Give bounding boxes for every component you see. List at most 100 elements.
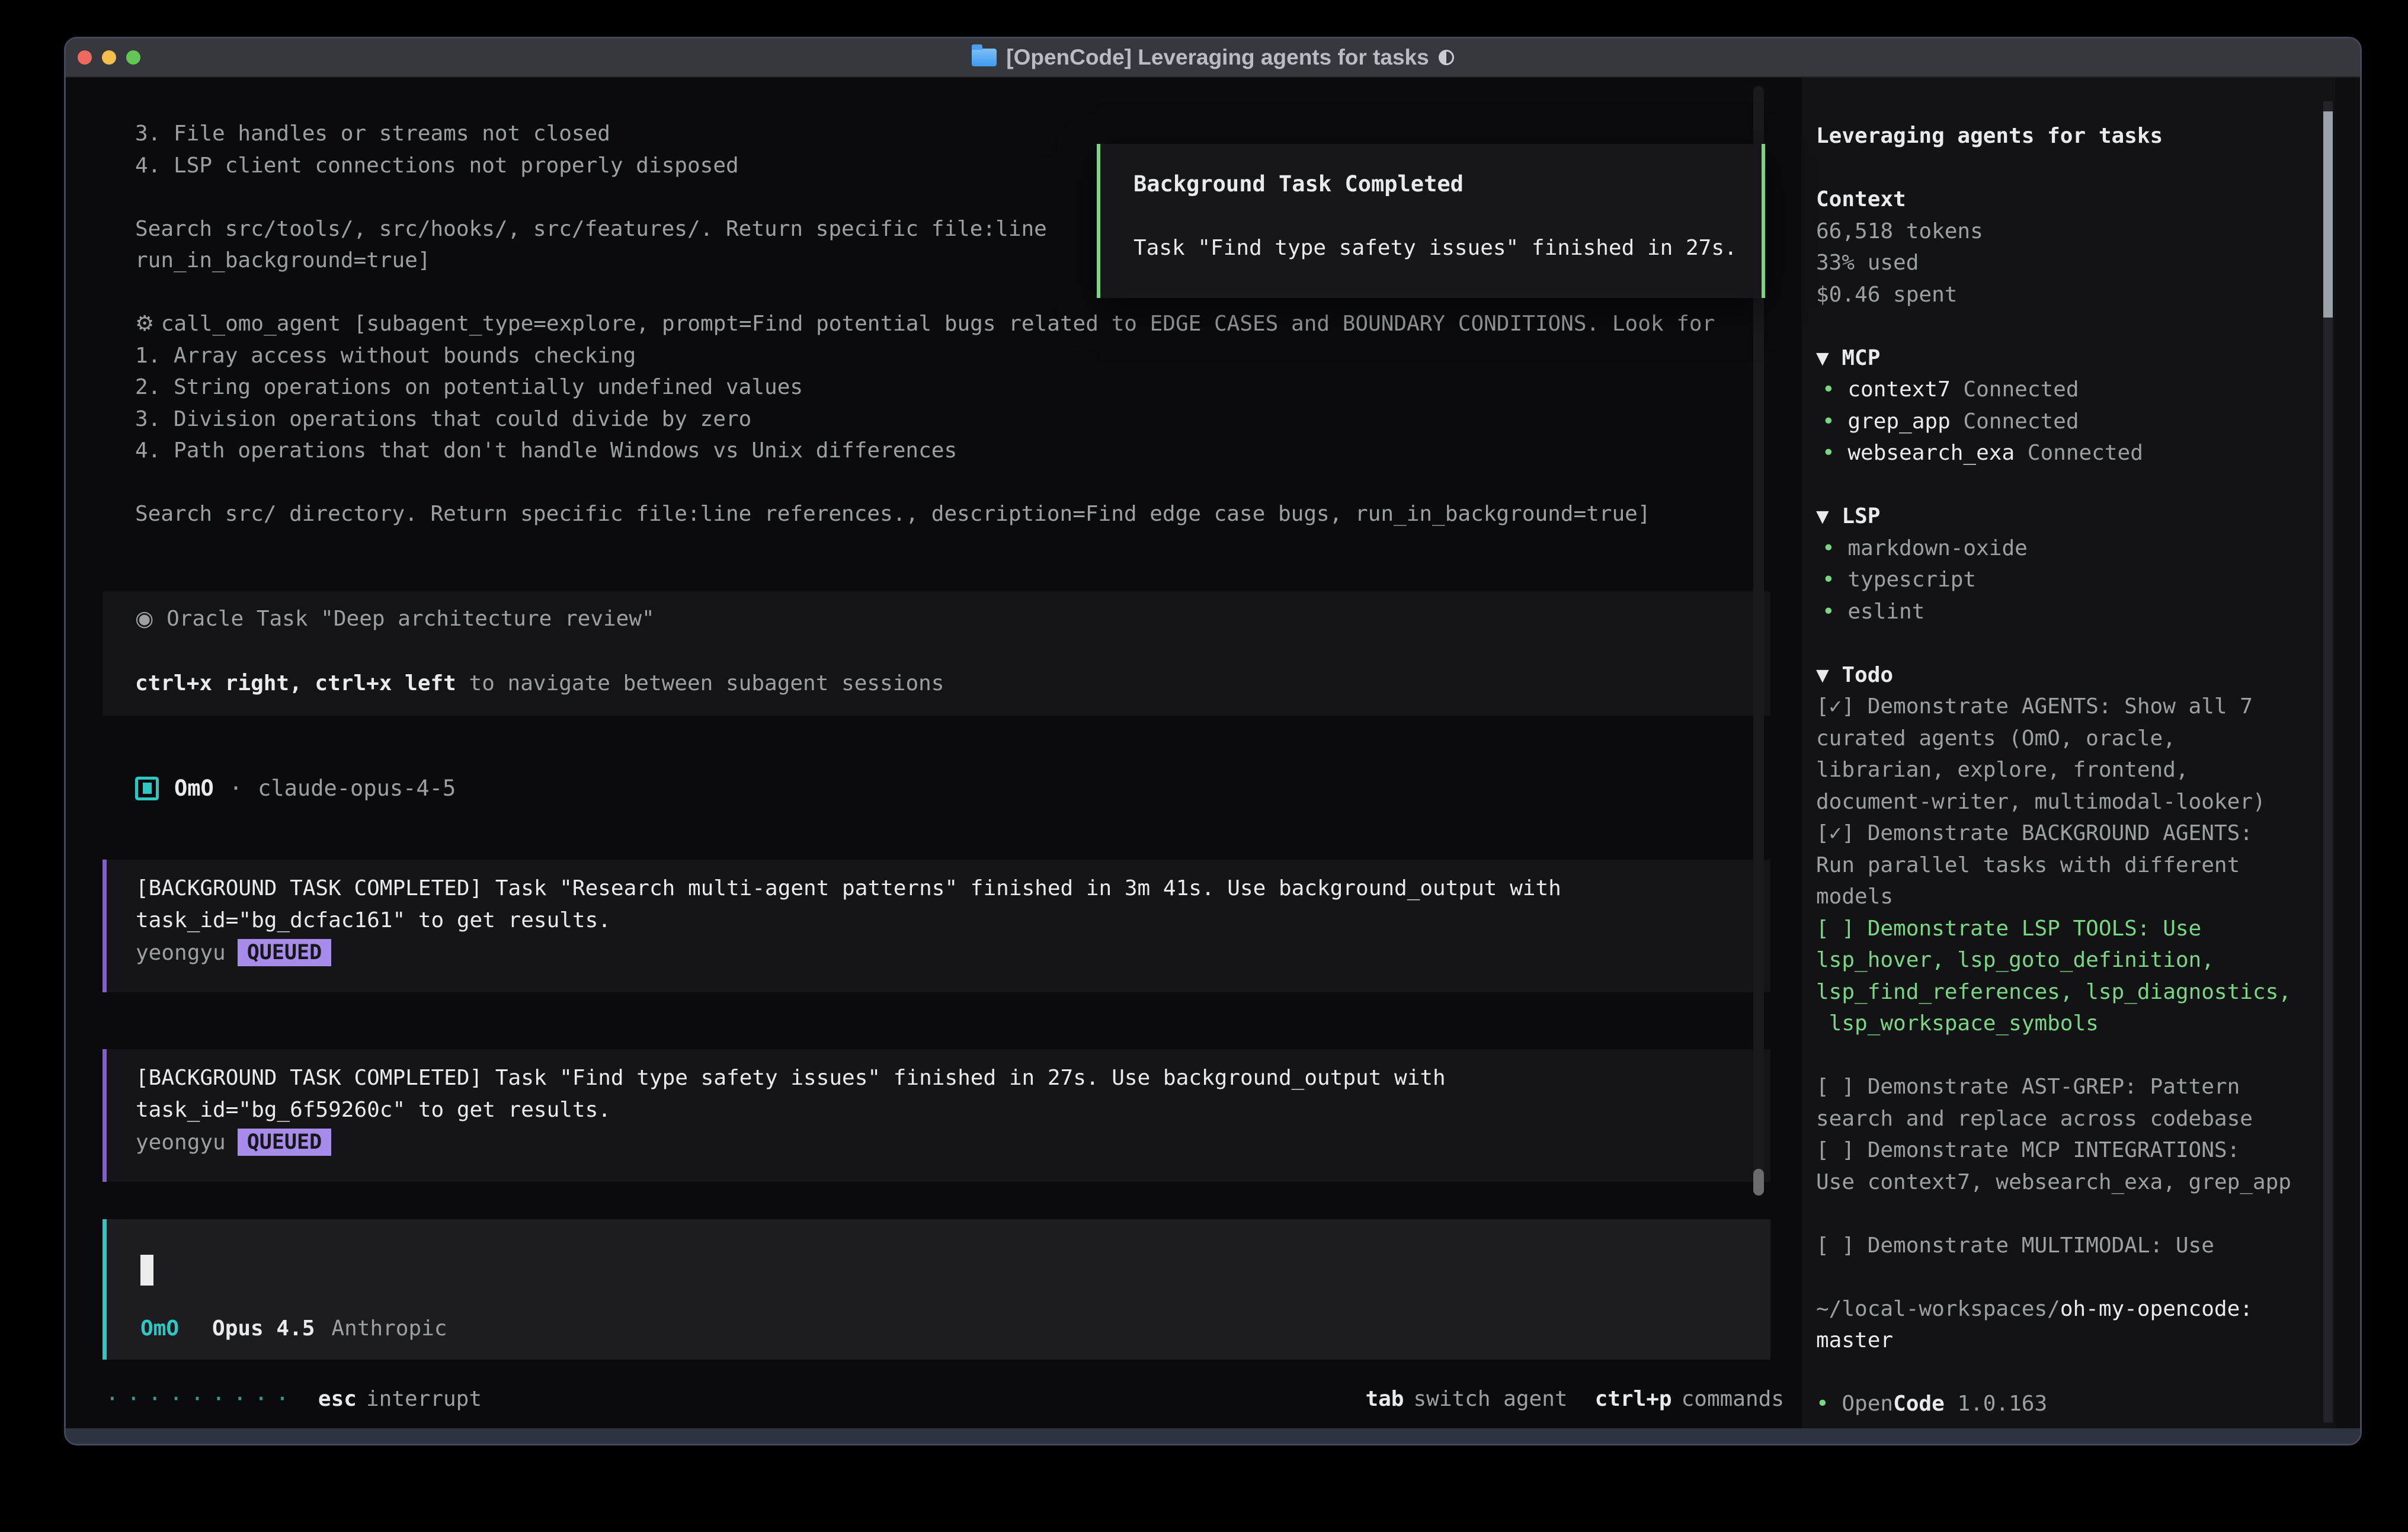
sidebar-line: • markdown-oxide (1816, 533, 2319, 565)
zoom-window-button[interactable] (126, 50, 140, 65)
window-footer-bar (66, 1428, 2360, 1444)
sidebar-scrollbar-thumb[interactable] (2323, 111, 2333, 318)
sidebar-line: curated agents (OmO, oracle, (1816, 723, 2319, 755)
sidebar-line: • eslint (1816, 596, 2319, 628)
message-text-line: [BACKGROUND TASK COMPLETED] Task "Find t… (136, 1062, 1770, 1094)
sidebar-line: • grep_app Connected (1816, 406, 2319, 438)
sidebar-line: $0.46 spent (1816, 279, 2319, 311)
sidebar-line: Context (1816, 184, 2319, 216)
message-text-line: [BACKGROUND TASK COMPLETED] Task "Resear… (136, 873, 1770, 905)
sidebar-line: Use context7, websearch_exa, grep_app (1816, 1166, 2319, 1198)
sidebar-line: ▼ Todo (1816, 659, 2319, 691)
sidebar-line (1816, 627, 2319, 659)
sidebar-line (1816, 1040, 2319, 1072)
half-circle-icon (1439, 50, 1454, 65)
terminal-line (135, 467, 1731, 499)
bullet-icon: • (1822, 377, 1847, 402)
sidebar-line: ~/local-workspaces/oh-my-opencode: (1816, 1293, 2319, 1325)
sidebar-line (1816, 310, 2319, 342)
app-window: [OpenCode] Leveraging agents for tasks 3… (64, 37, 2362, 1446)
terminal-line: Search src/ directory. Return specific f… (135, 498, 1731, 530)
message-text: [BACKGROUND TASK COMPLETED] Task "Resear… (136, 873, 1770, 936)
bg-task-message-2: [BACKGROUND TASK COMPLETED] Task "Find t… (103, 1049, 1770, 1182)
terminal-line: 4. Path operations that don't handle Win… (135, 435, 1731, 467)
sidebar-line (1816, 1357, 2319, 1389)
text-cursor (140, 1255, 153, 1286)
message-text-line: task_id="bg_6f59260c" to get results. (136, 1094, 1770, 1126)
window-title: [OpenCode] Leveraging agents for tasks (1006, 45, 1429, 70)
background-task-toast: Background Task Completed Task "Find typ… (1097, 144, 1765, 298)
message-meta: yeongyu QUEUED (136, 1129, 1770, 1156)
message-author: yeongyu (136, 941, 226, 965)
terminal-line: 3. Division operations that could divide… (135, 403, 1731, 435)
message-meta: yeongyu QUEUED (136, 939, 1770, 966)
terminal-line: ⚙ call_omo_agent [subagent_type=explore,… (135, 308, 1731, 340)
terminal-main: 3. File handles or streams not closed4. … (66, 78, 1802, 1428)
gear-icon: ⚙ (135, 312, 161, 336)
bullet-icon: • (1822, 441, 1847, 465)
sidebar: Leveraging agents for tasks Context66,51… (1802, 78, 2360, 1428)
oracle-task-box: ◉ Oracle Task "Deep architecture review"… (103, 591, 1770, 716)
sidebar-line: Run parallel tasks with different (1816, 850, 2319, 882)
sidebar-line (1816, 469, 2319, 501)
omo-agent-icon (135, 777, 159, 800)
prompt-input[interactable]: OmO Opus 4.5 Anthropic (103, 1219, 1770, 1360)
minimize-window-button[interactable] (102, 50, 116, 65)
sidebar-line: • typescript (1816, 564, 2319, 596)
fisheye-icon: ◉ (135, 607, 153, 631)
traffic-lights (78, 39, 140, 76)
input-provider-label: Anthropic (331, 1316, 447, 1341)
sidebar-line: 33% used (1816, 247, 2319, 279)
spinner-dots-icon: ········· (105, 1386, 297, 1412)
sidebar-line (1816, 1261, 2319, 1293)
ctrlp-key-label: commands (1682, 1387, 1784, 1411)
window-title-group: [OpenCode] Leveraging agents for tasks (972, 45, 1453, 70)
input-agent-label: OmO (140, 1316, 179, 1341)
sidebar-line: Leveraging agents for tasks (1816, 120, 2319, 152)
sidebar-line: ▼ LSP (1816, 501, 2319, 533)
queued-badge: QUEUED (238, 1129, 331, 1156)
terminal-line: 2. String operations on potentially unde… (135, 371, 1731, 403)
sidebar-line: document-writer, multimodal-looker) (1816, 786, 2319, 818)
sidebar-scrollbar[interactable] (2323, 101, 2333, 1422)
agent-separator: · (229, 775, 242, 801)
sidebar-line: lsp_hover, lsp_goto_definition, (1816, 944, 2319, 976)
esc-key-hint: esc (318, 1387, 357, 1411)
sidebar-line: • context7 Connected (1816, 374, 2319, 406)
toast-body: Task "Find type safety issues" finished … (1133, 236, 1762, 260)
sidebar-line: librarian, explore, frontend, (1816, 754, 2319, 786)
sidebar-line: [ ] Demonstrate MULTIMODAL: Use (1816, 1230, 2319, 1262)
sidebar-line: ▼ MCP (1816, 342, 2319, 374)
sidebar-line: master (1816, 1325, 2319, 1357)
close-window-button[interactable] (78, 50, 92, 65)
sidebar-line: [✓] Demonstrate AGENTS: Show all 7 (1816, 691, 2319, 723)
status-bar: ········· esc interrupt tab switch agent… (105, 1386, 1784, 1412)
sidebar-line: [✓] Demonstrate BACKGROUND AGENTS: (1816, 818, 2319, 850)
bg-task-message-1: [BACKGROUND TASK COMPLETED] Task "Resear… (103, 860, 1770, 992)
tab-key-label: switch agent (1413, 1387, 1567, 1411)
sidebar-line: models (1816, 881, 2319, 913)
oracle-task-line: ◉ Oracle Task "Deep architecture review" (135, 607, 1770, 631)
sidebar-line: [ ] Demonstrate MCP INTEGRATIONS: (1816, 1134, 2319, 1166)
triangle-down-icon: ▼ (1816, 504, 1842, 528)
toast-title: Background Task Completed (1133, 171, 1762, 197)
bullet-icon: • (1816, 1392, 1842, 1416)
input-meta: OmO Opus 4.5 Anthropic (140, 1316, 447, 1341)
sidebar-line: 66,518 tokens (1816, 216, 2319, 248)
sidebar-line: lsp_find_references, lsp_diagnostics, (1816, 976, 2319, 1008)
triangle-down-icon: ▼ (1816, 346, 1842, 370)
tab-key-hint: tab (1365, 1387, 1404, 1411)
sidebar-line: [ ] Demonstrate LSP TOOLS: Use (1816, 913, 2319, 945)
esc-key-label: interrupt (366, 1387, 482, 1411)
sidebar-line: • websearch_exa Connected (1816, 437, 2319, 469)
sidebar-line (1816, 152, 2319, 184)
titlebar[interactable]: [OpenCode] Leveraging agents for tasks (66, 39, 2360, 78)
sidebar-right-gap (2335, 78, 2360, 1428)
ctrlp-key-hint: ctrl+p (1595, 1387, 1672, 1411)
main-scrollbar-thumb[interactable] (1753, 1169, 1764, 1196)
message-text: [BACKGROUND TASK COMPLETED] Task "Find t… (136, 1062, 1770, 1126)
sidebar-line: lsp_workspace_symbols (1816, 1008, 2319, 1040)
sidebar-line: [ ] Demonstrate AST-GREP: Pattern (1816, 1071, 2319, 1103)
queued-badge: QUEUED (238, 939, 331, 966)
agent-name: OmO (174, 775, 214, 801)
